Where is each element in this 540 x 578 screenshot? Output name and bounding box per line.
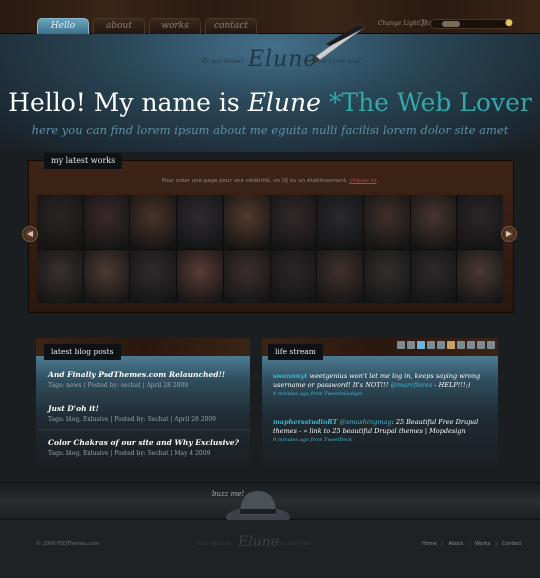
tweet-user[interactable]: swannnyt bbox=[273, 372, 307, 380]
separator: | bbox=[441, 541, 444, 547]
page-title: Hello! My name is Elune *The Web Lover bbox=[0, 88, 540, 117]
social-icon[interactable] bbox=[457, 341, 465, 349]
separator: | bbox=[468, 541, 470, 547]
separator: | bbox=[495, 541, 497, 547]
footer-logo[interactable]: Elune bbox=[238, 534, 279, 550]
work-thumbnail[interactable] bbox=[457, 249, 503, 303]
stream-item: maphersstudioRT @smashingmag: 25 Beautif… bbox=[273, 418, 493, 443]
work-thumbnail[interactable] bbox=[223, 195, 270, 249]
photo-grid bbox=[37, 195, 503, 303]
footer-link-contact[interactable]: Contact bbox=[502, 541, 521, 547]
tab-works[interactable]: works bbox=[149, 18, 201, 34]
work-thumbnail[interactable] bbox=[317, 249, 363, 303]
copyright: © 2009 PSDThemes.com bbox=[36, 541, 100, 547]
blog-post: Just D'oh it! Tags: blog, Exlusive | Pos… bbox=[48, 404, 258, 423]
work-thumbnail[interactable] bbox=[130, 249, 177, 303]
footer-nav: Home | About | Works | Contact bbox=[422, 541, 521, 547]
blog-label: latest blog posts bbox=[44, 344, 121, 360]
slider-handle[interactable] bbox=[442, 21, 460, 27]
tweet-time: 9 minutes ago from TweetDeck bbox=[273, 437, 353, 443]
work-thumbnail[interactable] bbox=[177, 249, 223, 303]
light-mood-slider[interactable] bbox=[430, 19, 512, 29]
work-thumbnail[interactable] bbox=[410, 249, 457, 303]
blog-post-meta: Tags: blog, Exlusive | Posted by: Sechat… bbox=[48, 450, 211, 457]
tweet-user[interactable]: maphersstudioRT bbox=[273, 418, 337, 426]
work-thumbnail[interactable] bbox=[270, 195, 317, 249]
gallery-caption-end: . bbox=[376, 178, 379, 184]
work-thumbnail[interactable] bbox=[223, 249, 270, 303]
tab-about[interactable]: about bbox=[93, 18, 145, 34]
work-thumbnail[interactable] bbox=[317, 195, 363, 249]
work-thumbnail[interactable] bbox=[83, 249, 130, 303]
social-icon[interactable] bbox=[467, 341, 475, 349]
footer-link-about[interactable]: About bbox=[448, 541, 463, 547]
divider bbox=[38, 429, 250, 430]
social-icon[interactable] bbox=[407, 341, 415, 349]
footer-left-tagline: elune glow on bbox=[196, 541, 232, 547]
social-icon[interactable] bbox=[397, 341, 405, 349]
work-thumbnail[interactable] bbox=[37, 249, 83, 303]
blog-post-meta: Tags: blog, Exlusive | Posted by: Sechat… bbox=[48, 416, 216, 423]
blog-post: Color Chakras of our site and Why Exclus… bbox=[48, 438, 258, 457]
tab-contact[interactable]: contact bbox=[205, 18, 257, 34]
gallery-caption-text: Pour créer une page pour une célébrité, … bbox=[161, 178, 350, 184]
gallery-caption-link[interactable]: cliquez ici bbox=[349, 178, 376, 184]
bulb-off-icon: ○ bbox=[419, 18, 427, 28]
work-thumbnail[interactable] bbox=[83, 195, 130, 249]
blog-post-meta: Tags: news | Posted by: sechat | April 2… bbox=[48, 382, 189, 389]
greeting: Hello! My name is bbox=[8, 88, 240, 117]
work-thumbnail[interactable] bbox=[363, 249, 410, 303]
bulb-on-icon: ● bbox=[505, 18, 513, 28]
stream-item: swannnyt weetgenius won't let me log in,… bbox=[273, 372, 493, 397]
footer-link-home[interactable]: Home bbox=[422, 541, 437, 547]
work-thumbnail[interactable] bbox=[457, 195, 503, 249]
blog-post-title[interactable]: Color Chakras of our site and Why Exclus… bbox=[48, 438, 258, 447]
work-thumbnail[interactable] bbox=[130, 195, 177, 249]
main-nav: Hello about works contact bbox=[37, 18, 257, 34]
page-subtitle: here you can find lorem ipsum about me e… bbox=[31, 123, 509, 137]
right-tagline: what I love you? bbox=[312, 58, 362, 65]
tweet-tail: - HELP!!!:) bbox=[432, 381, 471, 389]
footer-link-works[interactable]: Works bbox=[475, 541, 490, 547]
gallery-caption: Pour créer une page pour une célébrité, … bbox=[0, 178, 540, 184]
divider bbox=[38, 394, 250, 395]
work-thumbnail[interactable] bbox=[410, 195, 457, 249]
left-tagline: do you know? bbox=[202, 58, 244, 65]
site-logo[interactable]: Elune bbox=[248, 47, 317, 72]
owner-name: Elune bbox=[247, 88, 321, 117]
social-icon[interactable] bbox=[477, 341, 485, 349]
social-icon[interactable] bbox=[427, 341, 435, 349]
tab-hello[interactable]: Hello bbox=[37, 18, 89, 34]
social-icon[interactable] bbox=[437, 341, 445, 349]
footer-right-tagline: the web lover bbox=[276, 541, 311, 547]
owner-tag: *The Web Lover bbox=[328, 88, 532, 117]
prev-arrow-icon[interactable]: ◀ bbox=[22, 226, 38, 242]
social-icons bbox=[397, 341, 495, 349]
blog-post-title[interactable]: And Finally PsdThemes.com Relaunched!! bbox=[48, 370, 258, 379]
work-thumbnail[interactable] bbox=[270, 249, 317, 303]
rss-icon[interactable] bbox=[447, 341, 455, 349]
next-arrow-icon[interactable]: ▶ bbox=[501, 226, 517, 242]
stream-label: life stream bbox=[268, 344, 323, 360]
work-thumbnail[interactable] bbox=[37, 195, 83, 249]
tweet-mention[interactable]: @marcflores bbox=[390, 381, 432, 389]
blog-post: And Finally PsdThemes.com Relaunched!! T… bbox=[48, 370, 258, 389]
work-thumbnail[interactable] bbox=[363, 195, 410, 249]
blog-post-title[interactable]: Just D'oh it! bbox=[48, 404, 258, 413]
work-thumbnail[interactable] bbox=[177, 195, 223, 249]
works-label: my latest works bbox=[44, 153, 123, 169]
twitter-icon[interactable] bbox=[417, 341, 425, 349]
social-icon[interactable] bbox=[487, 341, 495, 349]
tweet-mention[interactable]: @smashingmag bbox=[340, 418, 392, 426]
tweet-time: 4 minutes ago from TweetieGadget bbox=[273, 391, 363, 397]
